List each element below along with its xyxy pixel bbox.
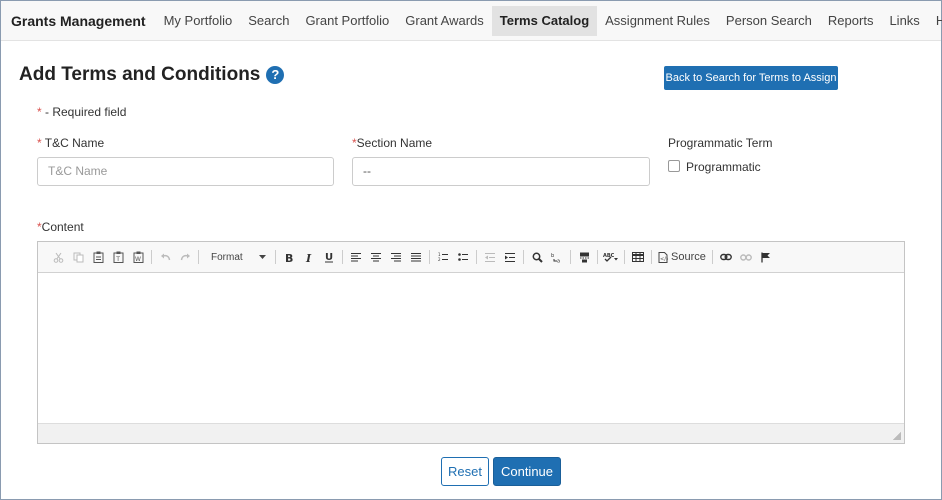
required-asterisk: * — [37, 136, 42, 150]
unlink-icon[interactable] — [737, 248, 755, 266]
nav-person-search[interactable]: Person Search — [718, 6, 820, 36]
format-dropdown[interactable]: Format — [205, 248, 269, 266]
page-break-icon[interactable] — [575, 248, 593, 266]
nav-reports[interactable]: Reports — [820, 6, 882, 36]
toolbar-separator — [570, 250, 571, 264]
content-label-text: Content — [41, 220, 84, 234]
required-note-text: - Required field — [41, 105, 127, 119]
align-center-icon[interactable] — [367, 248, 385, 266]
toolbar-separator — [651, 250, 652, 264]
rich-text-editor: T W Format B I U 12 ba ABC </> Source — [37, 241, 905, 444]
page-title: Add Terms and Conditions ? — [19, 64, 285, 86]
top-navbar: Grants Management My Portfolio Search Gr… — [1, 1, 942, 41]
section-name-label: *Section Name — [352, 136, 432, 150]
replace-icon[interactable]: ba — [548, 248, 566, 266]
find-icon[interactable] — [528, 248, 546, 266]
nav-links[interactable]: Links — [881, 6, 927, 36]
nav-search[interactable]: Search — [240, 6, 297, 36]
svg-text:U: U — [325, 252, 333, 263]
link-icon[interactable] — [717, 248, 735, 266]
brand-title[interactable]: Grants Management — [1, 13, 146, 29]
cut-icon[interactable] — [49, 248, 67, 266]
redo-icon[interactable] — [176, 248, 194, 266]
back-to-search-button[interactable]: Back to Search for Terms to Assign — [664, 66, 838, 90]
nav-grant-portfolio[interactable]: Grant Portfolio — [297, 6, 397, 36]
section-name-label-text: Section Name — [356, 136, 433, 150]
source-label: Source — [671, 251, 706, 263]
content-label: *Content — [37, 220, 84, 234]
table-icon[interactable] — [629, 248, 647, 266]
align-left-icon[interactable] — [347, 248, 365, 266]
editor-content-area[interactable] — [38, 273, 904, 423]
outdent-icon[interactable] — [481, 248, 499, 266]
editor-statusbar — [38, 423, 904, 443]
toolbar-separator — [429, 250, 430, 264]
toolbar-separator — [597, 250, 598, 264]
nav-grant-awards[interactable]: Grant Awards — [397, 6, 492, 36]
svg-text:I: I — [305, 252, 312, 263]
svg-text:</>: </> — [660, 256, 668, 262]
anchor-icon[interactable] — [757, 248, 775, 266]
programmatic-checkbox[interactable] — [668, 160, 680, 172]
continue-button[interactable]: Continue — [493, 457, 561, 486]
bold-icon[interactable]: B — [280, 248, 298, 266]
copy-icon[interactable] — [69, 248, 87, 266]
svg-text:W: W — [135, 256, 141, 263]
nav-my-portfolio[interactable]: My Portfolio — [156, 6, 241, 36]
editor-toolbar: T W Format B I U 12 ba ABC </> Source — [38, 242, 904, 273]
source-button[interactable]: </> Source — [656, 248, 708, 266]
programmatic-term-label: Programmatic Term — [668, 136, 773, 150]
toolbar-separator — [198, 250, 199, 264]
tc-name-label: * T&C Name — [37, 136, 104, 150]
nav-terms-catalog[interactable]: Terms Catalog — [491, 5, 598, 36]
source-icon: </> — [658, 251, 668, 263]
required-field-note: * - Required field — [37, 105, 126, 119]
underline-icon[interactable]: U — [320, 248, 338, 266]
toolbar-separator — [151, 250, 152, 264]
tc-name-label-text: T&C Name — [44, 136, 105, 150]
nav-assignment-rules[interactable]: Assignment Rules — [597, 6, 718, 36]
paste-word-icon[interactable]: W — [129, 248, 147, 266]
align-right-icon[interactable] — [387, 248, 405, 266]
spellcheck-icon[interactable]: ABC — [602, 248, 620, 266]
nav-help[interactable]: Help — [928, 6, 942, 36]
toolbar-separator — [523, 250, 524, 264]
toolbar-separator — [342, 250, 343, 264]
svg-text:ABC: ABC — [603, 253, 615, 259]
indent-icon[interactable] — [501, 248, 519, 266]
chevron-down-icon — [259, 255, 266, 259]
svg-text:T: T — [115, 256, 120, 263]
programmatic-checkbox-label[interactable]: Programmatic — [686, 160, 761, 174]
reset-button[interactable]: Reset — [441, 457, 489, 486]
help-icon[interactable]: ? — [266, 66, 285, 84]
paste-text-icon[interactable]: T — [109, 248, 127, 266]
svg-text:a: a — [557, 258, 560, 263]
toolbar-separator — [275, 250, 276, 264]
resize-grip-icon[interactable] — [893, 432, 901, 440]
toolbar-separator — [711, 250, 713, 264]
svg-text:2: 2 — [438, 257, 441, 262]
bulleted-list-icon[interactable] — [454, 248, 472, 266]
undo-icon[interactable] — [156, 248, 174, 266]
section-name-select[interactable]: -- — [352, 157, 650, 186]
paste-icon[interactable] — [89, 248, 107, 266]
page-title-text: Add Terms and Conditions — [19, 64, 261, 85]
svg-text:b: b — [551, 253, 554, 259]
toolbar-separator — [476, 250, 477, 264]
italic-icon[interactable]: I — [300, 248, 318, 266]
format-dropdown-label: Format — [211, 251, 243, 263]
justify-icon[interactable] — [407, 248, 425, 266]
svg-text:B: B — [285, 252, 293, 263]
numbered-list-icon[interactable]: 12 — [434, 248, 452, 266]
tc-name-input[interactable]: T&C Name — [37, 157, 334, 186]
toolbar-separator — [624, 250, 625, 264]
